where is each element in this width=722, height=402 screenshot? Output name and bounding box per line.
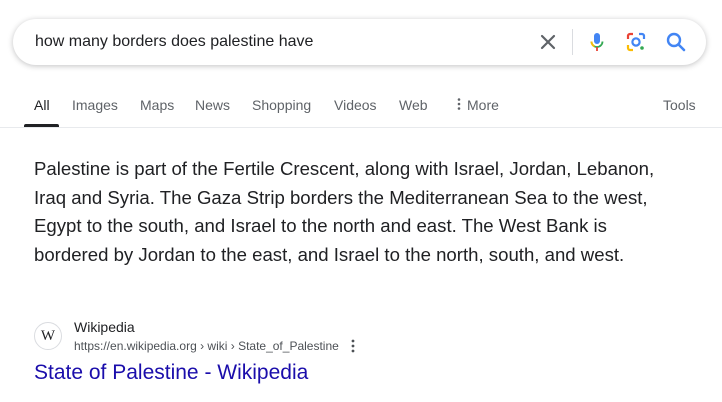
mic-icon xyxy=(590,33,604,51)
more-vert-icon xyxy=(457,98,461,110)
tab-maps[interactable]: Maps xyxy=(140,97,174,113)
tab-news[interactable]: News xyxy=(195,97,230,113)
tools-button[interactable]: Tools xyxy=(663,97,696,113)
clear-button[interactable] xyxy=(536,30,560,54)
search-box: how many borders does palestine have xyxy=(13,19,706,65)
lens-search-button[interactable] xyxy=(624,30,648,54)
featured-snippet-text: Palestine is part of the Fertile Crescen… xyxy=(34,158,655,265)
search-separator xyxy=(572,29,573,55)
lens-icon xyxy=(626,32,646,52)
tab-images[interactable]: Images xyxy=(72,97,118,113)
tab-shopping[interactable]: Shopping xyxy=(252,97,311,113)
result-title-link[interactable]: State of Palestine - Wikipedia xyxy=(34,361,308,385)
clear-icon xyxy=(540,34,556,50)
result-options-button[interactable] xyxy=(347,338,359,354)
tab-videos[interactable]: Videos xyxy=(334,97,377,113)
wikipedia-favicon-icon[interactable]: W xyxy=(34,322,62,350)
search-input[interactable]: how many borders does palestine have xyxy=(35,33,313,51)
voice-search-button[interactable] xyxy=(585,30,609,54)
search-icon xyxy=(666,32,686,52)
source-site-name[interactable]: Wikipedia xyxy=(74,319,135,335)
tab-more-label: More xyxy=(467,97,499,113)
search-button[interactable] xyxy=(664,30,688,54)
search-tabs: All Images Maps News Shopping Videos Web… xyxy=(0,97,722,127)
tab-more[interactable]: More xyxy=(455,97,499,113)
more-vert-icon xyxy=(351,339,355,353)
source-url[interactable]: https://en.wikipedia.org › wiki › State_… xyxy=(74,339,339,353)
tab-all[interactable]: All xyxy=(34,97,50,113)
tab-web[interactable]: Web xyxy=(399,97,428,113)
tabs-divider xyxy=(0,127,722,128)
